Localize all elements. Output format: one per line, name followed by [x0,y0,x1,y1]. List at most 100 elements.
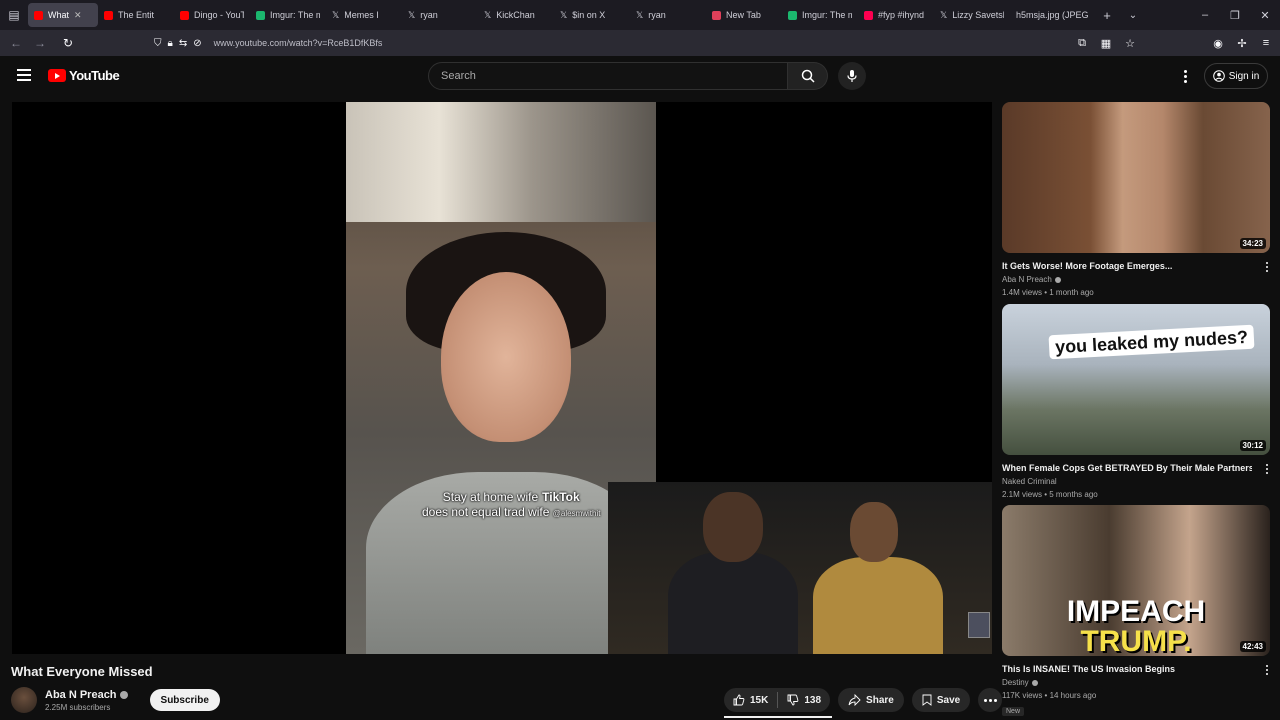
dislike-button[interactable]: 138 [778,688,830,712]
tab-10[interactable]: Imgur: The m [782,3,858,27]
search-button[interactable] [788,62,828,90]
tab-2[interactable]: Dingo - YouT [174,3,250,27]
list-all-tabs-icon[interactable]: ⌄ [1120,3,1146,27]
channel-name[interactable]: Aba N Preach [45,689,117,701]
more-actions-button[interactable] [978,688,1003,712]
recommendation-item[interactable]: you leaked my nudes? 30:12 When Female C… [1002,304,1272,499]
tab-6[interactable]: 𝕏 KickChan [478,3,554,27]
duration-badge: 42:43 [1239,641,1266,652]
search-box [428,62,828,90]
duration-badge: 34:23 [1239,238,1266,249]
tab-label: What [48,10,70,20]
reader-view-icon[interactable]: ▦ [1096,37,1116,50]
recommendation-menu-icon[interactable] [1264,464,1270,474]
save-button[interactable]: Save [911,688,971,712]
restore-icon[interactable]: ❐ [1220,9,1250,22]
recommendation-channel[interactable]: Naked Criminal [1002,477,1057,486]
share-button[interactable]: Share [838,688,904,712]
recommendation-item[interactable]: IMPEACH TRUMP. 42:43 This Is INSANE! The… [1002,505,1272,718]
video-subject-face [441,272,571,442]
account-icon[interactable]: ◉ [1208,37,1228,50]
tab-13[interactable]: h5msja.jpg (JPEG [1010,3,1094,27]
tab-0[interactable]: What ✕ [28,3,98,27]
tab-label: $in on X [572,10,606,20]
recommendation-channel[interactable]: Aba N Preach [1002,275,1052,284]
tab-4[interactable]: 𝕏 Memes I [326,3,402,27]
picture-in-picture-icon[interactable]: ⧉ [1072,37,1092,50]
bookmark-star-icon[interactable]: ☆ [1120,37,1140,50]
like-button[interactable]: 15K [724,688,777,712]
permissions-icon[interactable]: ⇆ [179,38,187,49]
close-tab-icon[interactable]: ✕ [74,10,82,21]
subscribe-button[interactable]: Subscribe [149,689,220,711]
recommendation-thumbnail[interactable]: IMPEACH TRUMP. 42:43 [1002,505,1270,656]
sign-in-button[interactable]: Sign in [1204,63,1268,89]
tab-11[interactable]: #fyp #ihynd [858,3,934,27]
youtube-logo[interactable]: YouTube [48,68,120,83]
hamburger-menu-icon[interactable] [14,66,34,86]
youtube-favicon-icon [34,10,43,20]
youtube-play-icon [48,69,66,82]
recommendation-title[interactable]: When Female Cops Get BETRAYED By Their M… [1002,463,1252,473]
search-input[interactable] [428,62,788,90]
host-one-body [668,552,798,654]
browser-navbar: ← → ↻ ⛉ 🔒︎ ⇆ ⊘ www.youtube.com/watch?v=R… [0,30,1280,56]
recommendation-channel-row: Naked Criminal [1002,477,1272,486]
recommendation-channel[interactable]: Destiny [1002,678,1029,687]
youtube-favicon-icon [104,10,113,20]
channel-avatar[interactable] [11,687,37,713]
tab-list: What ✕ The Entit Dingo - YouT Imgur: The… [28,0,1146,30]
x-favicon-icon: 𝕏 [940,9,948,20]
video-player[interactable]: Stay at home wife TikTok does not equal t… [12,102,992,654]
minimize-icon[interactable]: – [1190,9,1220,21]
tab-label: New Tab [726,10,761,20]
caption-line-2: does not equal trad wife [422,505,550,519]
voice-search-button[interactable] [838,62,866,90]
recommendation-thumbnail[interactable]: 34:23 [1002,102,1270,253]
forward-icon[interactable]: → [28,31,52,55]
recommendation-menu-icon[interactable] [1264,665,1270,675]
tab-5[interactable]: 𝕏 ryan [402,3,478,27]
reload-icon[interactable]: ↻ [56,31,80,55]
verified-badge-icon [119,690,128,699]
tab-label: ryan [648,10,666,20]
tab-label: ryan [420,10,438,20]
shield-icon[interactable]: ⛉ [154,38,162,49]
app-menu-icon[interactable]: ≡ [1256,37,1276,49]
autoplay-blocked-icon[interactable]: ⊘ [193,38,201,49]
verified-badge-icon [1054,276,1061,283]
tab-12[interactable]: 𝕏 Lizzy Savetsk [934,3,1010,27]
url-text[interactable]: www.youtube.com/watch?v=RceB1DfKBfs [214,38,383,48]
settings-more-icon[interactable] [1178,66,1192,86]
video-background-wall [346,102,656,222]
recommendation-thumbnail[interactable]: you leaked my nudes? 30:12 [1002,304,1270,455]
host-one-head [703,492,763,562]
tab-8[interactable]: 𝕏 ryan [630,3,706,27]
like-ratio-bar [724,716,832,718]
back-icon[interactable]: ← [4,31,28,55]
bookmark-icon [922,694,932,706]
recommendation-title[interactable]: This Is INSANE! The US Invasion Begins [1002,664,1252,674]
channel-name-row[interactable]: Aba N Preach [45,689,128,701]
lock-icon[interactable]: 🔒︎ [168,38,173,49]
caption-handle: @alesmwithit [552,509,601,518]
video-caption-overlay: Stay at home wife TikTok does not equal t… [422,490,600,521]
recommendation-item[interactable]: 34:23 It Gets Worse! More Footage Emerge… [1002,102,1272,297]
tab-1[interactable]: The Entit [98,3,174,27]
tab-7[interactable]: 𝕏 $in on X [554,3,630,27]
search-icon [801,69,815,83]
dislike-count: 138 [804,694,822,706]
close-window-icon[interactable]: ✕ [1250,9,1280,22]
tab-3[interactable]: Imgur: The m [250,3,326,27]
recommendation-menu-icon[interactable] [1264,262,1270,272]
url-bar[interactable]: ⛉ 🔒︎ ⇆ ⊘ www.youtube.com/watch?v=RceB1Df… [154,33,1154,53]
youtube-masthead: YouTube Sign in [0,56,1280,96]
toolbar-right: ⧉ ▦ ☆ ◉ ✢ ≡ [1072,30,1276,56]
tab-list-icon[interactable]: ▤ [0,0,28,30]
new-tab-button[interactable]: + [1094,3,1120,27]
channel-watermark [968,612,990,638]
tab-label: #fyp #ihynd [878,10,925,20]
tab-9[interactable]: New Tab [706,3,782,27]
recommendation-title[interactable]: It Gets Worse! More Footage Emerges... [1002,261,1252,271]
extensions-icon[interactable]: ✢ [1232,37,1252,50]
